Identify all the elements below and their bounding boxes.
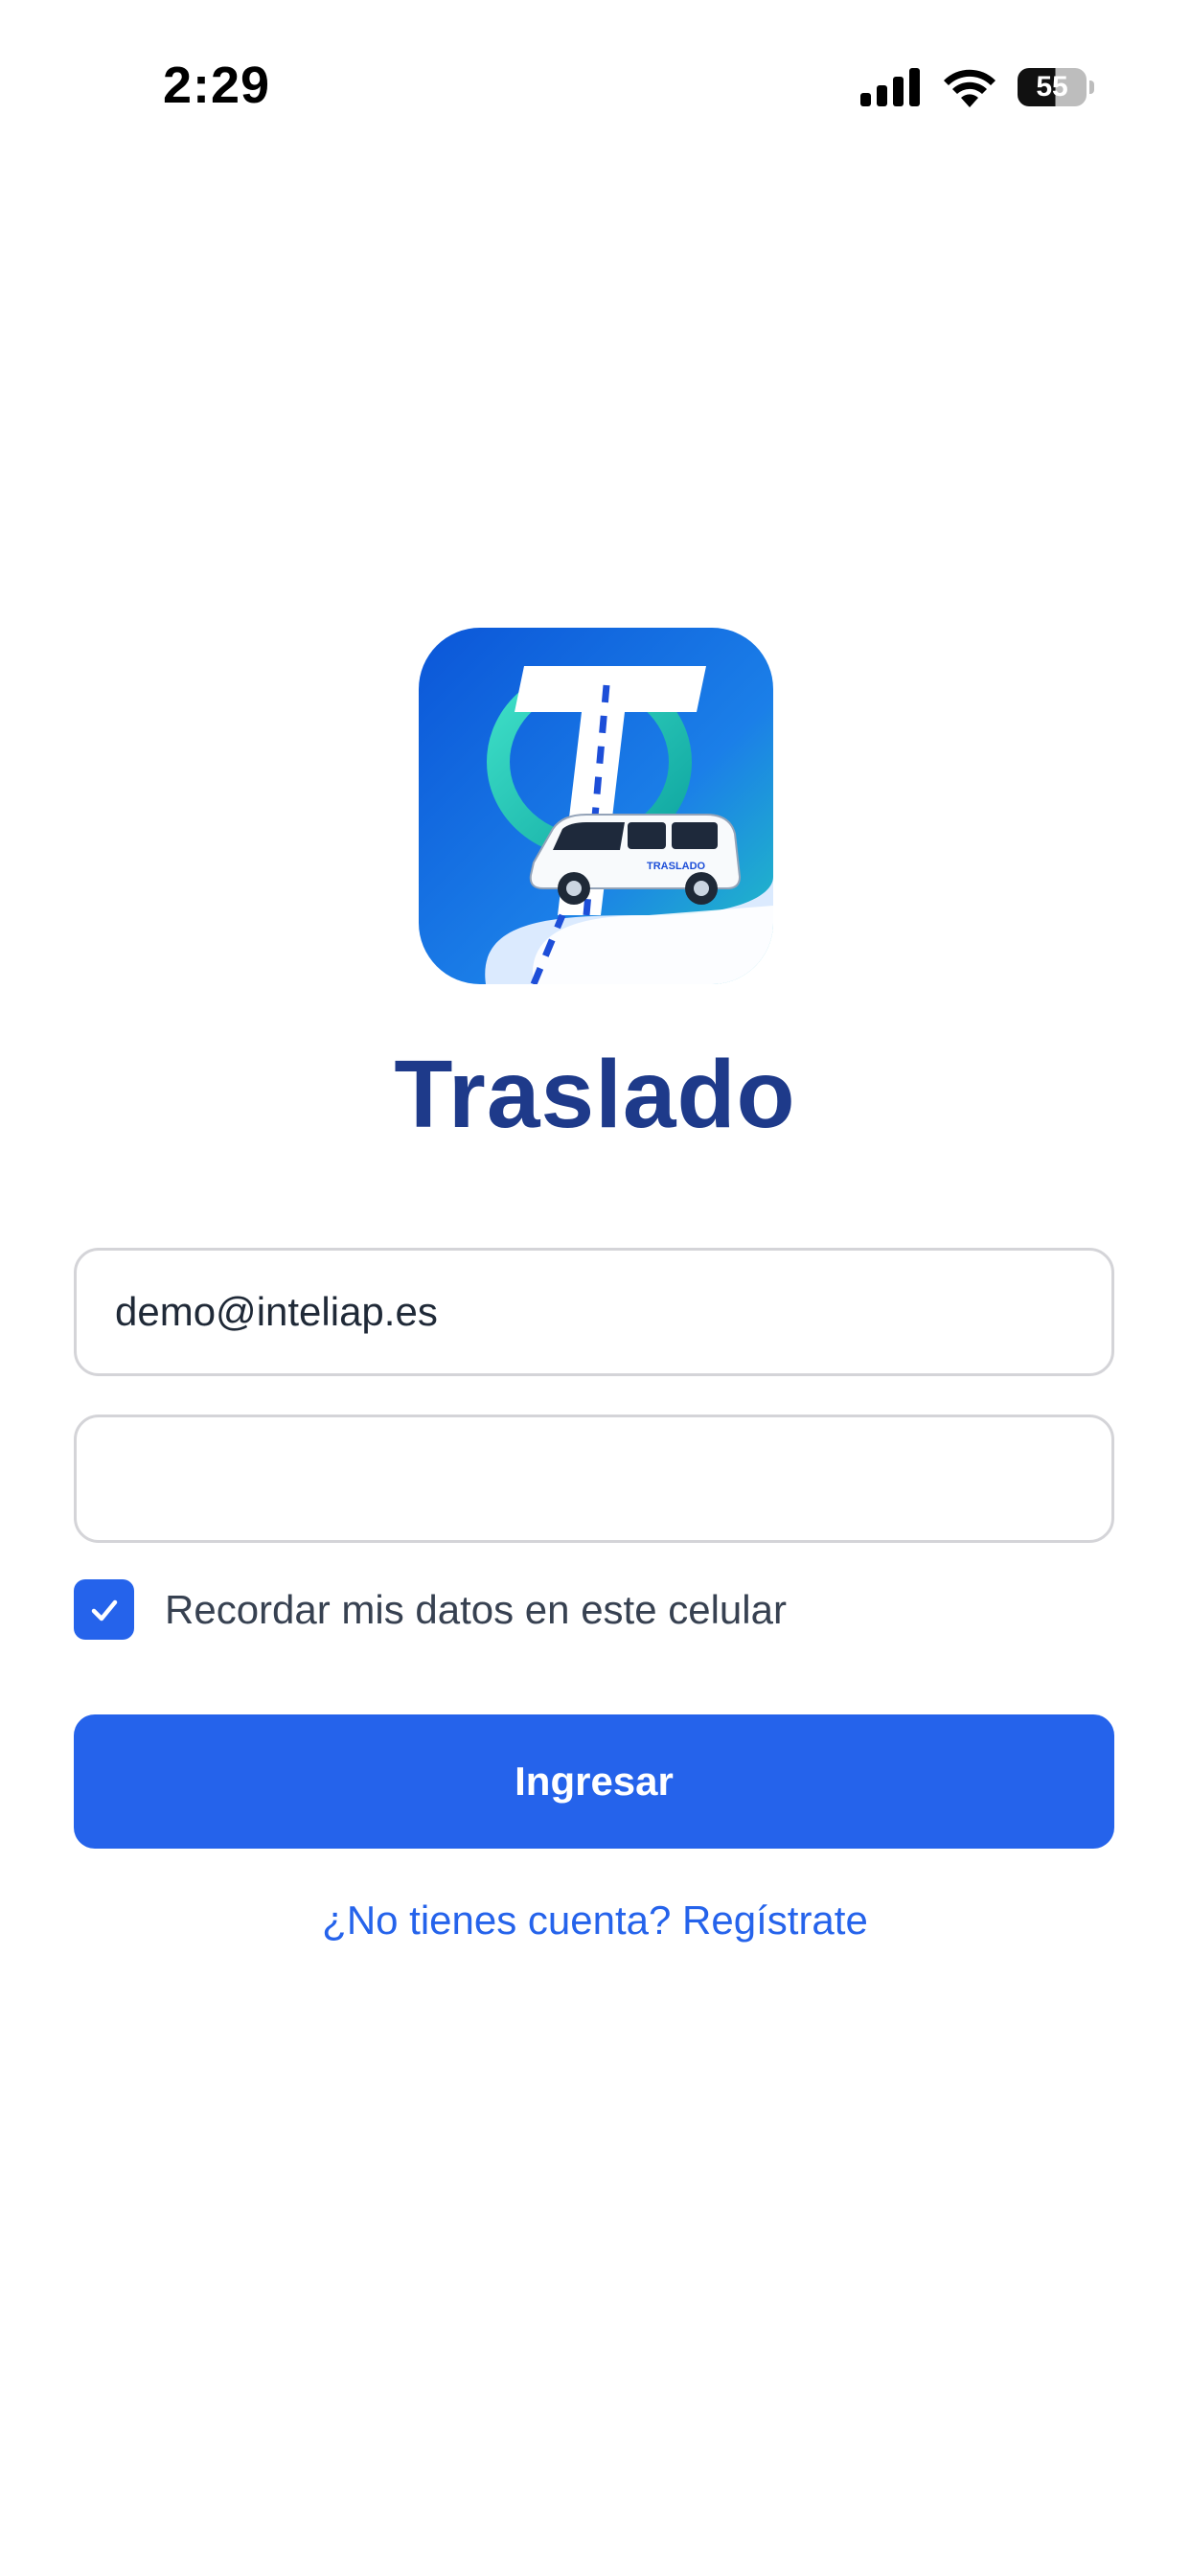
battery-level: 55 (1036, 71, 1068, 103)
status-bar: 2:29 55 (0, 0, 1190, 172)
login-button[interactable]: Ingresar (74, 1714, 1114, 1849)
login-screen: 2:29 55 TRASLADO Traslado demo@inteliap.… (0, 0, 1190, 2576)
traslado-logo-icon: TRASLADO (419, 628, 773, 984)
remember-row[interactable]: Recordar mis datos en este celular (74, 1579, 787, 1640)
wifi-icon (944, 69, 995, 107)
signal-icon (860, 68, 920, 106)
remember-checkbox[interactable] (74, 1579, 134, 1640)
remember-label[interactable]: Recordar mis datos en este celular (165, 1587, 787, 1633)
app-title: Traslado (394, 1041, 796, 1148)
checkmark-icon (91, 1599, 117, 1621)
password-field[interactable] (74, 1414, 1114, 1543)
password-input[interactable] (77, 1417, 1111, 1540)
status-icons: 55 (860, 67, 1094, 107)
email-input[interactable] (77, 1251, 1111, 1373)
email-field[interactable] (74, 1248, 1114, 1376)
status-time: 2:29 (163, 57, 271, 114)
register-link[interactable]: ¿No tienes cuenta? Regístrate (0, 1898, 1190, 1944)
battery-icon: 55 (1018, 68, 1094, 106)
logo-van-text: TRASLADO (647, 861, 706, 872)
